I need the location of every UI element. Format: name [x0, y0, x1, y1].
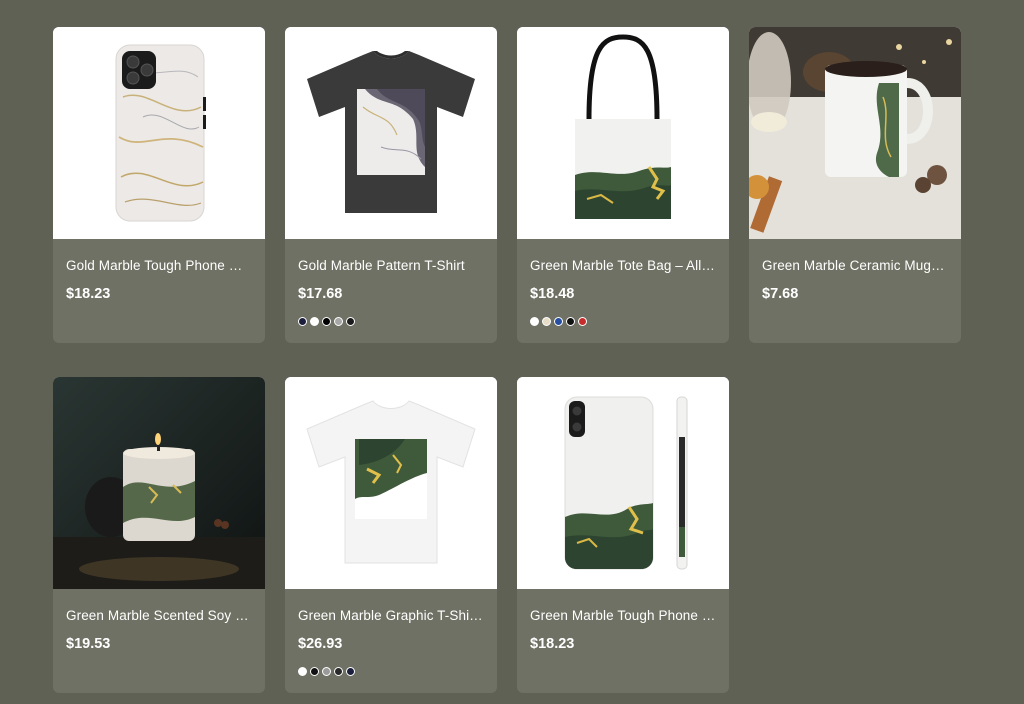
product-info: Gold Marble Pattern T-Shirt $17.68 [285, 239, 497, 326]
product-price: $26.93 [298, 636, 343, 652]
color-swatch[interactable] [310, 666, 319, 676]
color-swatch[interactable] [310, 316, 319, 326]
product-title[interactable]: Gold Marble Pattern T-Shirt [298, 258, 484, 274]
product-grid: Gold Marble Tough Phone Ca... $18.23 Gol… [53, 27, 961, 693]
product-title[interactable]: Green Marble Graphic T-Shirt ... [298, 608, 484, 624]
product-info: Gold Marble Tough Phone Ca... $18.23 [53, 239, 265, 302]
product-info: Green Marble Tote Bag – All ... $18.48 [517, 239, 729, 326]
product-price: $19.53 [66, 636, 111, 652]
color-swatch[interactable] [530, 316, 539, 326]
product-title[interactable]: Green Marble Ceramic Mug - ... [762, 258, 948, 274]
product-card-green-marble-mug[interactable]: Green Marble Ceramic Mug - ... $7.68 [749, 27, 961, 343]
tote-bag-green-marble-image[interactable] [517, 27, 729, 239]
color-swatches [298, 666, 484, 676]
product-info: Green Marble Graphic T-Shirt ... $26.93 [285, 589, 497, 676]
color-swatch[interactable] [322, 316, 331, 326]
product-price: $18.23 [66, 286, 111, 302]
product-title[interactable]: Gold Marble Tough Phone Ca... [66, 258, 252, 274]
product-card-green-marble-graphic-tshirt[interactable]: Green Marble Graphic T-Shirt ... $26.93 [285, 377, 497, 693]
color-swatch[interactable] [542, 316, 551, 326]
mug-green-marble-image[interactable] [749, 27, 961, 239]
color-swatches [530, 316, 716, 326]
product-title[interactable]: Green Marble Tote Bag – All ... [530, 258, 716, 274]
product-card-green-marble-tote-bag[interactable]: Green Marble Tote Bag – All ... $18.48 [517, 27, 729, 343]
color-swatch[interactable] [346, 666, 355, 676]
product-info: Green Marble Tough Phone C... $18.23 [517, 589, 729, 652]
product-info: Green Marble Scented Soy C... $19.53 [53, 589, 265, 652]
product-title[interactable]: Green Marble Tough Phone C... [530, 608, 716, 624]
color-swatch[interactable] [298, 316, 307, 326]
color-swatch[interactable] [298, 666, 307, 676]
product-info: Green Marble Ceramic Mug - ... $7.68 [749, 239, 961, 302]
tshirt-green-marble-image[interactable] [285, 377, 497, 589]
product-card-gold-marble-phone-case[interactable]: Gold Marble Tough Phone Ca... $18.23 [53, 27, 265, 343]
product-price: $18.23 [530, 636, 575, 652]
color-swatch[interactable] [334, 666, 343, 676]
product-card-gold-marble-tshirt[interactable]: Gold Marble Pattern T-Shirt $17.68 [285, 27, 497, 343]
product-card-green-marble-candle[interactable]: Green Marble Scented Soy C... $19.53 [53, 377, 265, 693]
product-card-green-marble-phone-case[interactable]: Green Marble Tough Phone C... $18.23 [517, 377, 729, 693]
color-swatch[interactable] [566, 316, 575, 326]
color-swatch[interactable] [554, 316, 563, 326]
tshirt-gold-marble-image[interactable] [285, 27, 497, 239]
color-swatch[interactable] [346, 316, 355, 326]
product-title[interactable]: Green Marble Scented Soy C... [66, 608, 252, 624]
product-price: $18.48 [530, 286, 575, 302]
product-price: $17.68 [298, 286, 343, 302]
color-swatch[interactable] [322, 666, 331, 676]
phone-case-green-marble-image[interactable] [517, 377, 729, 589]
color-swatches [298, 316, 484, 326]
color-swatch[interactable] [578, 316, 587, 326]
phone-case-gold-marble-image[interactable] [53, 27, 265, 239]
color-swatch[interactable] [334, 316, 343, 326]
candle-green-marble-image[interactable] [53, 377, 265, 589]
product-price: $7.68 [762, 286, 799, 302]
